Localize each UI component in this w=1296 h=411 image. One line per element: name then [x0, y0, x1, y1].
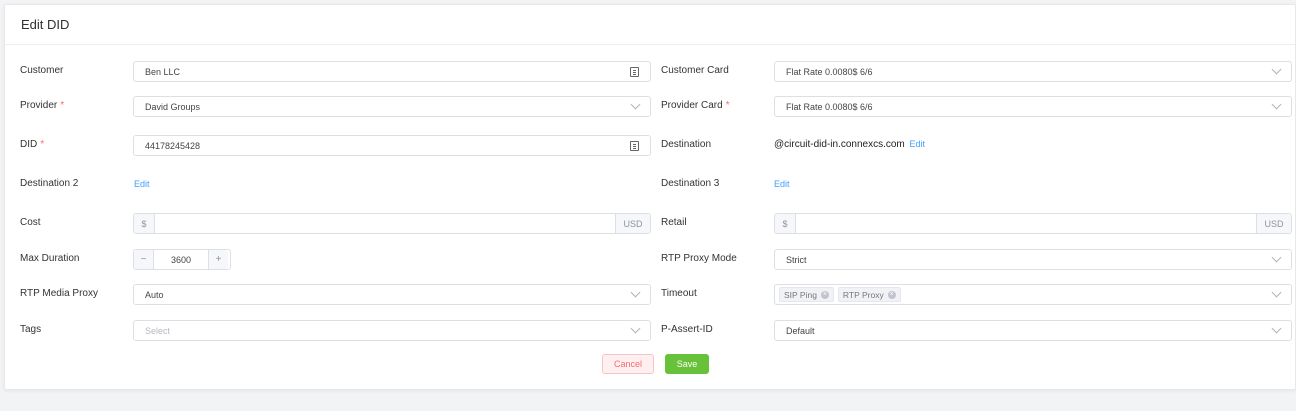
- save-button[interactable]: Save: [665, 354, 709, 374]
- required-asterisk: *: [725, 100, 730, 111]
- rtp-media-proxy-select[interactable]: Auto: [133, 284, 651, 305]
- tags-placeholder: Select: [145, 325, 171, 336]
- customer-card-label: Customer Card: [661, 65, 729, 76]
- customer-card-select[interactable]: Flat Rate 0.0080$ 6/6: [774, 61, 1292, 82]
- did-value: 44178245428: [145, 140, 201, 151]
- destination-edit-link[interactable]: Edit: [910, 139, 926, 149]
- max-duration-label: Max Duration: [20, 253, 80, 264]
- close-icon[interactable]: ×: [887, 290, 896, 299]
- cost-field[interactable]: $ USD: [133, 213, 651, 234]
- did-label: DID *: [20, 139, 45, 150]
- decrement-button[interactable]: −: [134, 250, 154, 269]
- provider-card-value: Flat Rate 0.0080$ 6/6: [786, 101, 873, 112]
- retail-label: Retail: [661, 217, 687, 228]
- destination2-label: Destination 2: [20, 178, 79, 189]
- close-icon[interactable]: ×: [820, 290, 829, 299]
- rtp-proxy-mode-select[interactable]: Strict: [774, 249, 1292, 270]
- rtp-proxy-mode-value: Strict: [786, 254, 807, 265]
- required-asterisk: *: [60, 100, 65, 111]
- contact-card-icon[interactable]: [630, 66, 639, 77]
- max-duration-stepper[interactable]: − 3600 +: [133, 249, 231, 270]
- chevron-down-icon: [1271, 252, 1282, 263]
- timeout-tag: SIP Ping ×: [779, 287, 834, 302]
- currency-prefix: $: [775, 214, 796, 233]
- currency-suffix: USD: [615, 214, 650, 233]
- chevron-down-icon: [1271, 287, 1282, 298]
- destination2-edit-link[interactable]: Edit: [134, 174, 150, 194]
- destination3-label: Destination 3: [661, 178, 720, 189]
- provider-card-select[interactable]: Flat Rate 0.0080$ 6/6: [774, 96, 1292, 117]
- chevron-down-icon: [630, 323, 641, 334]
- customer-label: Customer: [20, 65, 64, 76]
- provider-card-label: Provider Card *: [661, 100, 730, 111]
- chevron-down-icon: [630, 99, 641, 110]
- max-duration-value[interactable]: 3600: [154, 255, 208, 265]
- p-assert-id-label: P-Assert-ID: [661, 324, 713, 335]
- did-field[interactable]: 44178245428: [133, 135, 651, 156]
- provider-label: Provider *: [20, 100, 65, 111]
- chevron-down-icon: [1271, 99, 1282, 110]
- timeout-label: Timeout: [661, 288, 697, 299]
- tags-select[interactable]: Select: [133, 320, 651, 341]
- currency-prefix: $: [134, 214, 155, 233]
- p-assert-id-select[interactable]: Default: [774, 320, 1292, 341]
- rtp-media-proxy-label: RTP Media Proxy: [20, 288, 98, 299]
- customer-card-value: Flat Rate 0.0080$ 6/6: [786, 66, 873, 77]
- destination3-edit-link[interactable]: Edit: [774, 174, 790, 194]
- rtp-proxy-mode-label: RTP Proxy Mode: [661, 253, 737, 264]
- customer-field[interactable]: Ben LLC: [133, 61, 651, 82]
- required-asterisk: *: [40, 139, 45, 150]
- destination-value: @circuit-did-in.connexcs.com Edit: [774, 139, 926, 150]
- timeout-multiselect[interactable]: SIP Ping × RTP Proxy ×: [774, 284, 1292, 305]
- chevron-down-icon: [630, 287, 641, 298]
- p-assert-id-value: Default: [786, 325, 815, 336]
- provider-value: David Groups: [145, 101, 201, 112]
- contact-card-icon[interactable]: [630, 140, 639, 151]
- panel-title: Edit DID: [5, 5, 1295, 45]
- timeout-tag: RTP Proxy ×: [837, 287, 901, 302]
- cost-label: Cost: [20, 217, 41, 228]
- edit-did-panel: Edit DID Customer Ben LLC Provider * Davi…: [4, 4, 1296, 390]
- tags-label: Tags: [20, 324, 42, 335]
- retail-field[interactable]: $ USD: [774, 213, 1292, 234]
- rtp-media-proxy-value: Auto: [145, 289, 164, 300]
- destination-label: Destination: [661, 139, 712, 150]
- provider-select[interactable]: David Groups: [133, 96, 651, 117]
- increment-button[interactable]: +: [208, 250, 228, 269]
- customer-value: Ben LLC: [145, 66, 181, 77]
- chevron-down-icon: [1271, 323, 1282, 334]
- currency-suffix: USD: [1256, 214, 1291, 233]
- chevron-down-icon: [1271, 64, 1282, 75]
- cancel-button[interactable]: Cancel: [602, 354, 654, 374]
